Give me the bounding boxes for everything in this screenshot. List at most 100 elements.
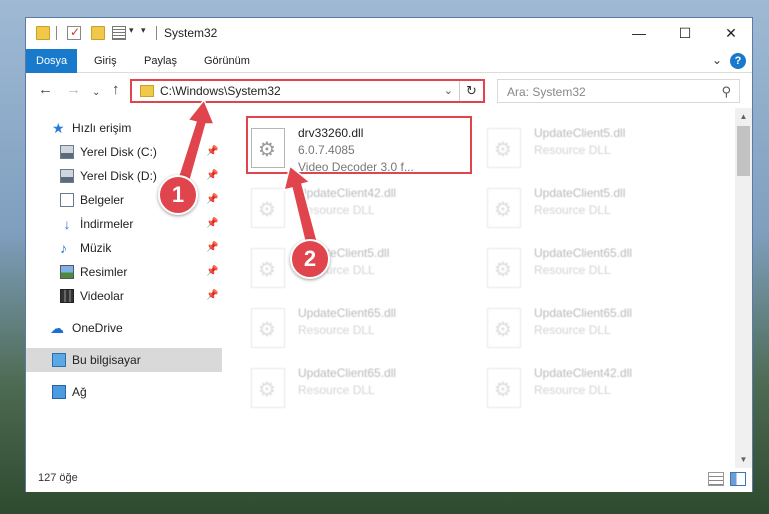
customize-icon[interactable] <box>112 26 126 40</box>
item-count: 127 öğe <box>38 472 78 484</box>
file-description: Resource DLL <box>298 383 375 397</box>
tab-share[interactable]: Paylaş <box>134 49 187 73</box>
forward-button[interactable]: → <box>66 82 81 98</box>
new-folder-icon[interactable] <box>91 26 105 40</box>
file-description: Resource DLL <box>534 323 611 337</box>
sidebar-item-label: Müzik <box>80 241 112 255</box>
pin-icon[interactable]: 📌 <box>206 260 218 284</box>
sidebar-item-label: OneDrive <box>72 321 123 335</box>
pin-icon[interactable]: 📌 <box>206 236 218 260</box>
file-item[interactable]: UpdateClient5.dll Resource DLL <box>248 238 474 296</box>
drive-icon <box>60 169 74 183</box>
file-description: Resource DLL <box>534 143 611 157</box>
file-item[interactable]: UpdateClient42.dll Resource DLL <box>484 358 710 416</box>
file-item[interactable]: UpdateClient42.dll Resource DLL <box>248 178 474 236</box>
file-name: UpdateClient65.dll <box>534 306 633 320</box>
network-icon <box>52 385 66 399</box>
sidebar-item-label: Videolar <box>80 289 124 303</box>
sidebar-item-label: Bu bilgisayar <box>72 353 141 367</box>
help-icon[interactable]: ? <box>730 53 746 69</box>
pin-icon[interactable]: 📌 <box>206 188 218 212</box>
back-button[interactable]: ← <box>38 82 53 98</box>
pin-icon[interactable]: 📌 <box>206 140 218 164</box>
minimize-button[interactable]: — <box>616 18 662 48</box>
sidebar-item-music[interactable]: ♪ Müzik 📌 <box>26 236 222 260</box>
sidebar-item-this-pc[interactable]: Bu bilgisayar <box>26 348 222 372</box>
file-name: UpdateClient42.dll <box>534 366 633 380</box>
file-item[interactable]: UpdateClient65.dll Resource DLL <box>248 298 474 356</box>
drive-icon <box>60 145 74 159</box>
sidebar-item-local-disk-c[interactable]: Yerel Disk (C:) 📌 <box>26 140 222 164</box>
videos-icon <box>60 289 74 303</box>
file-description: Resource DLL <box>298 323 375 337</box>
sidebar-item-videos[interactable]: Videolar 📌 <box>26 284 222 308</box>
file-name: UpdateClient65.dll <box>298 366 397 380</box>
address-path[interactable]: C:\Windows\System32 <box>160 84 281 98</box>
properties-check-icon[interactable] <box>67 25 81 40</box>
file-description: Video Decoder 3.0 f... <box>298 160 414 174</box>
close-button[interactable]: ✕ <box>708 18 754 48</box>
dll-file-icon <box>487 248 521 288</box>
sidebar-item-quick-access[interactable]: ★ Hızlı erişim <box>26 116 222 140</box>
ribbon-tabs: Dosya Giriş Paylaş Görünüm ⌄ ? <box>26 49 752 73</box>
search-icon[interactable]: ⚲ <box>721 84 731 100</box>
tab-view[interactable]: Görünüm <box>194 49 260 73</box>
file-item[interactable]: UpdateClient65.dll Resource DLL <box>484 238 710 296</box>
search-input[interactable]: Ara: System32 <box>507 85 586 99</box>
file-item[interactable]: UpdateClient65.dll Resource DLL <box>248 358 474 416</box>
navigation-bar: ← → ⌄ ↑ C:\Windows\System32 ⌄ ↻ Ara: Sys… <box>26 74 752 106</box>
file-item-highlighted[interactable]: drv33260.dll 6.0.7.4085 Video Decoder 3.… <box>246 116 472 174</box>
file-name: UpdateClient65.dll <box>534 246 633 260</box>
file-item[interactable]: UpdateClient5.dll Resource DLL <box>484 118 710 176</box>
pin-icon[interactable]: 📌 <box>206 212 218 236</box>
vertical-scrollbar[interactable]: ▲ ▼ <box>735 108 752 468</box>
quick-access-menu-icon[interactable]: ▾ <box>141 25 146 36</box>
scroll-up-icon[interactable]: ▲ <box>735 108 752 125</box>
scroll-thumb[interactable] <box>737 126 750 176</box>
ribbon-expand-icon[interactable]: ⌄ <box>712 53 722 67</box>
pin-icon[interactable]: 📌 <box>206 164 218 188</box>
file-version: 6.0.7.4085 <box>298 143 355 157</box>
dll-file-icon <box>487 128 521 168</box>
documents-icon <box>60 193 74 207</box>
sidebar-item-onedrive[interactable]: ☁ OneDrive <box>26 316 222 340</box>
dll-file-icon <box>251 188 285 228</box>
search-box[interactable]: Ara: System32 ⚲ <box>497 79 740 103</box>
cloud-icon: ☁ <box>50 320 64 336</box>
sidebar-item-downloads[interactable]: ↓ İndirmeler 📌 <box>26 212 222 236</box>
navigation-pane: ★ Hızlı erişim Yerel Disk (C:) 📌 Yerel D… <box>26 108 222 463</box>
file-name: UpdateClient5.dll <box>534 126 626 140</box>
recent-locations-button[interactable]: ⌄ <box>92 85 100 101</box>
up-button[interactable]: ↑ <box>112 82 120 98</box>
refresh-button[interactable]: ↻ <box>459 81 483 101</box>
file-list: drv33260.dll 6.0.7.4085 Video Decoder 3.… <box>244 108 734 463</box>
computer-icon <box>52 353 66 367</box>
sidebar-item-pictures[interactable]: Resimler 📌 <box>26 260 222 284</box>
sidebar-item-label: Belgeler <box>80 193 125 207</box>
tab-home[interactable]: Giriş <box>84 49 127 73</box>
sidebar-item-label: Ağ <box>72 385 87 399</box>
star-icon: ★ <box>52 120 65 136</box>
details-view-icon[interactable] <box>708 472 724 486</box>
file-description: Resource DLL <box>534 263 611 277</box>
chevron-down-icon[interactable]: ▾ <box>129 25 134 36</box>
music-icon: ♪ <box>60 240 67 256</box>
sidebar-item-label: Yerel Disk (C:) <box>80 145 157 159</box>
maximize-button[interactable]: ☐ <box>662 18 708 48</box>
pin-icon[interactable]: 📌 <box>206 284 218 308</box>
dll-file-icon <box>251 308 285 348</box>
file-description: Resource DLL <box>534 383 611 397</box>
address-bar[interactable]: C:\Windows\System32 ⌄ ↻ <box>130 79 485 103</box>
title-bar: ▾ ▾ System32 — ☐ ✕ <box>26 18 752 49</box>
dll-file-icon <box>487 188 521 228</box>
file-item[interactable]: UpdateClient5.dll Resource DLL <box>484 178 710 236</box>
tab-file[interactable]: Dosya <box>26 49 78 73</box>
sidebar-item-network[interactable]: Ağ <box>26 380 222 404</box>
address-dropdown-icon[interactable]: ⌄ <box>444 84 453 97</box>
status-bar: 127 öğe <box>26 468 752 492</box>
dll-file-icon <box>487 308 521 348</box>
file-item[interactable]: UpdateClient65.dll Resource DLL <box>484 298 710 356</box>
scroll-down-icon[interactable]: ▼ <box>735 451 752 468</box>
sidebar-item-label: Hızlı erişim <box>72 121 132 135</box>
tiles-view-icon[interactable] <box>730 472 746 486</box>
